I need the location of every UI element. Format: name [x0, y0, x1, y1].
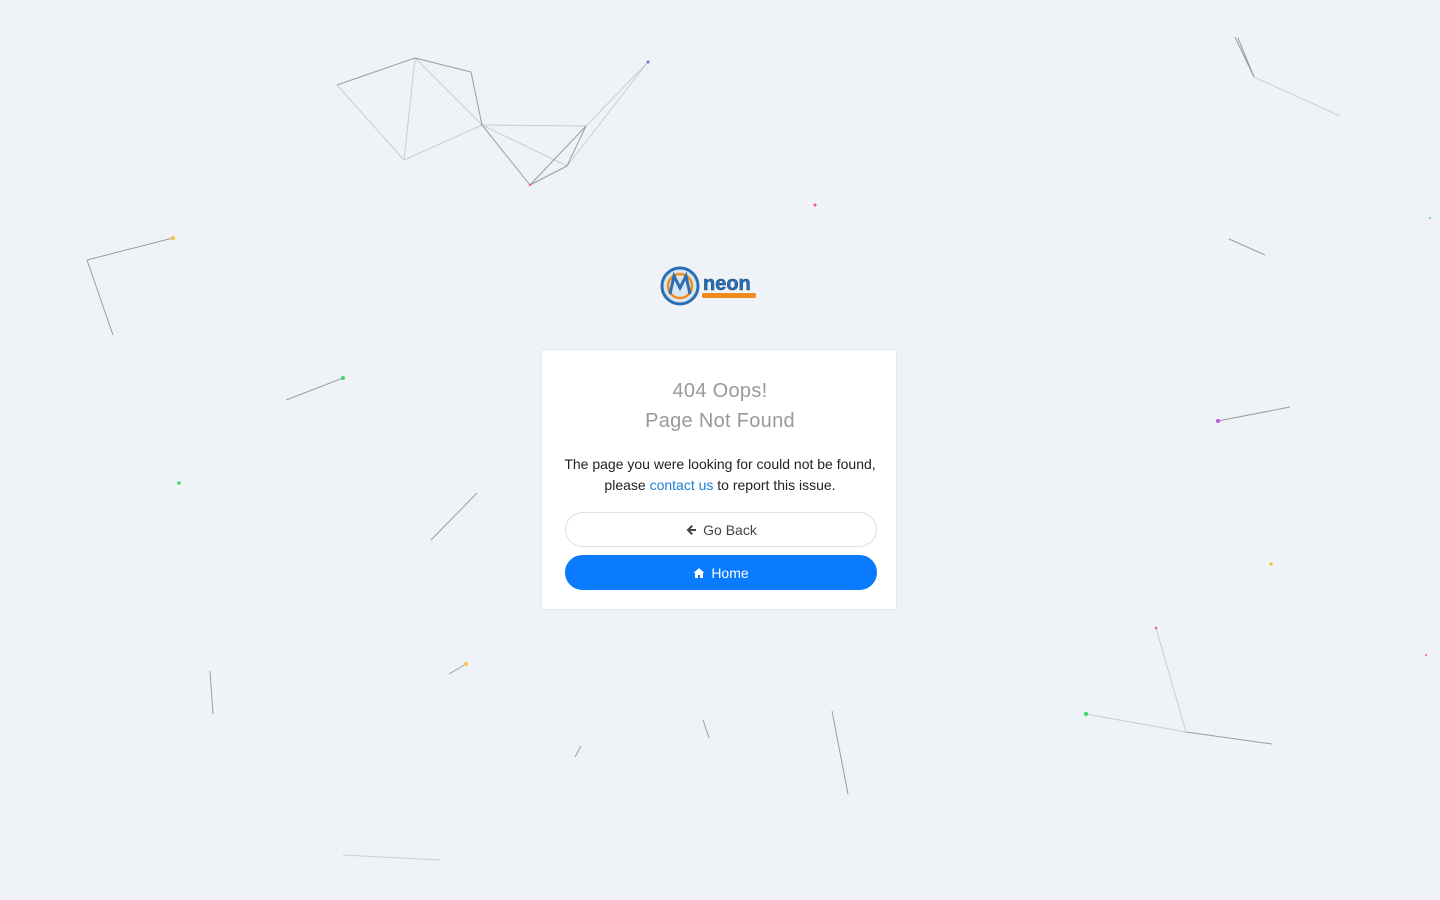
error-subheading: Page Not Found — [645, 410, 795, 432]
home-icon — [693, 567, 705, 578]
home-button[interactable]: Home — [565, 555, 877, 590]
neon-logo: neon — [660, 262, 758, 310]
error-code-heading: 404 Oops! — [672, 380, 768, 402]
go-back-button[interactable]: Go Back — [565, 512, 877, 547]
message-text-end: to report this issue. — [717, 477, 836, 493]
error-card: 404 Oops! Page Not Found The page you we… — [541, 349, 897, 610]
arrow-left-icon — [686, 524, 697, 535]
logo-text: neon — [703, 273, 751, 295]
home-label: Home — [711, 564, 749, 581]
contact-us-link[interactable]: contact us — [650, 477, 714, 493]
go-back-label: Go Back — [703, 521, 757, 538]
error-message: The page you were looking for could not … — [562, 454, 878, 496]
